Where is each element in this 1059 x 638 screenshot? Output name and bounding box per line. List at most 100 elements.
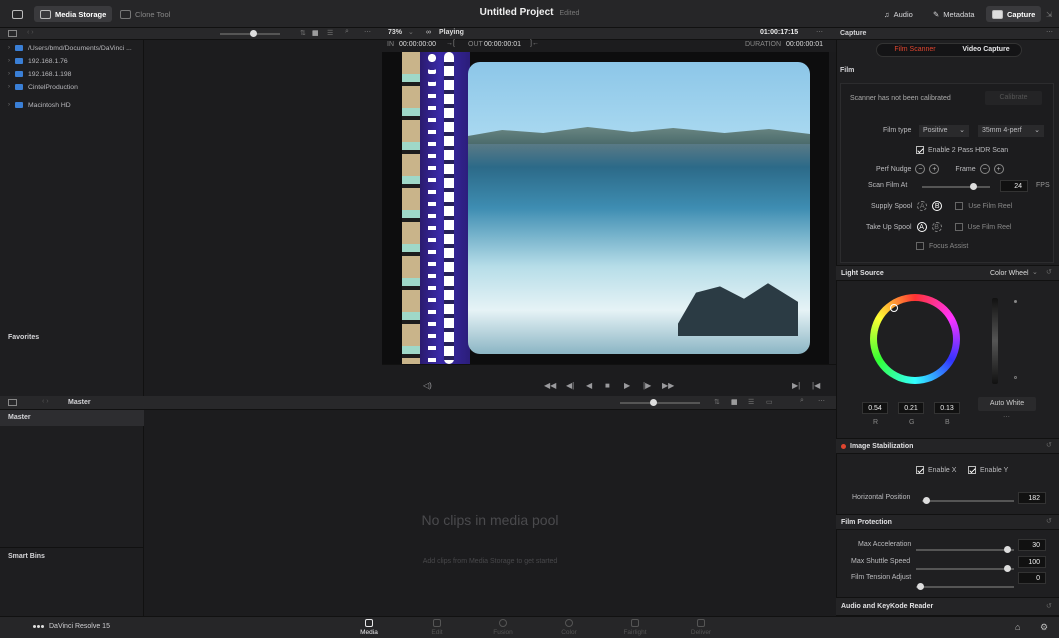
brightness-slider[interactable] — [992, 298, 998, 384]
max-shuttle-slider[interactable] — [916, 565, 1014, 572]
max-accel-input[interactable]: 30 — [1018, 539, 1046, 551]
gear-icon[interactable]: ⚙ — [1040, 622, 1048, 633]
page-tab-deliver[interactable]: Deliver — [676, 616, 726, 638]
hdr-scan-row[interactable]: Enable 2 Pass HDR Scan — [916, 146, 1008, 154]
jump-start-icon[interactable]: ◀◀ — [544, 381, 556, 390]
enable-y-row[interactable]: Enable Y — [968, 466, 1008, 474]
slider-knob[interactable] — [923, 497, 930, 504]
film-format-select[interactable]: 35mm 4-perf ⌄ — [978, 125, 1044, 137]
page-tab-edit[interactable]: Edit — [412, 616, 462, 638]
slider-knob[interactable] — [1004, 565, 1011, 572]
color-wheel-select[interactable]: Color Wheel — [990, 270, 1029, 277]
step-forward-icon[interactable]: |▶ — [643, 381, 651, 390]
fps-input[interactable]: 24 — [1000, 180, 1028, 192]
bin-master[interactable]: Master — [0, 410, 144, 426]
slider-knob[interactable] — [917, 583, 924, 590]
blue-input[interactable]: 0.13 — [934, 402, 960, 414]
page-tab-color[interactable]: Color — [544, 616, 594, 638]
list-view-icon[interactable]: ☰ — [327, 29, 333, 37]
red-input[interactable]: 0.54 — [862, 402, 888, 414]
spool-b-icon[interactable]: B — [932, 201, 943, 211]
step-back-icon[interactable]: ◀| — [566, 381, 574, 390]
enable-x-row[interactable]: Enable X — [916, 466, 956, 474]
page-tab-fusion[interactable]: Fusion — [478, 616, 528, 638]
focus-assist-checkbox[interactable] — [916, 242, 924, 250]
horizontal-position-slider[interactable] — [922, 497, 1014, 504]
pool-thumb-slider[interactable] — [620, 399, 700, 406]
stop-icon[interactable]: ■ — [605, 381, 610, 390]
perf-plus-button[interactable]: + — [929, 164, 940, 174]
search-icon[interactable]: ⌕ — [800, 397, 804, 405]
storage-item-76[interactable]: › 192.168.1.76 — [8, 55, 68, 67]
enable-y-checkbox[interactable] — [968, 466, 976, 474]
home-icon[interactable]: ⌂ — [1015, 622, 1020, 632]
clone-tool-button[interactable]: Clone Tool — [114, 6, 176, 22]
auto-white-button[interactable]: Auto White — [978, 397, 1036, 411]
jump-end-icon[interactable]: ▶▶ — [662, 381, 674, 390]
storage-item-cintel[interactable]: › CintelProduction — [8, 81, 78, 93]
film-tension-slider[interactable] — [916, 583, 1014, 590]
status-dot-icon[interactable] — [841, 443, 846, 449]
film-type-select[interactable]: Positive ⌄ — [919, 125, 969, 137]
slider-knob[interactable] — [250, 30, 257, 37]
spool-a-icon[interactable]: A — [917, 201, 928, 211]
reset-icon[interactable]: ↺ — [1046, 517, 1052, 525]
green-input[interactable]: 0.21 — [898, 402, 924, 414]
slider-knob[interactable] — [1004, 546, 1011, 553]
calibrate-button[interactable]: Calibrate — [985, 91, 1042, 105]
panel-toggle-button[interactable] — [6, 6, 29, 22]
sort-icon[interactable]: ⇅ — [714, 398, 720, 406]
bin-list-toggle-icon[interactable] — [8, 399, 17, 406]
page-tab-media[interactable]: Media — [344, 616, 394, 638]
take-up-film-reel-checkbox[interactable] — [954, 223, 963, 231]
prev-frame-icon[interactable]: |◀ — [812, 381, 820, 390]
metadata-button[interactable]: ✎ Metadata — [927, 6, 981, 22]
slider-knob[interactable] — [650, 399, 657, 406]
tab-film-scanner[interactable]: Film Scanner — [879, 45, 951, 55]
chevron-down-icon[interactable]: ⌄ — [408, 28, 414, 36]
supply-film-reel-checkbox[interactable] — [955, 202, 964, 210]
enable-x-checkbox[interactable] — [916, 466, 924, 474]
storage-item-documents[interactable]: › /Users/bmd/Documents/DaVinci ... — [8, 42, 132, 54]
mark-out-icon[interactable]: ]← — [530, 40, 539, 47]
mark-in-icon[interactable]: →[ — [446, 40, 455, 47]
storage-item-macintosh[interactable]: › Macintosh HD — [8, 99, 71, 111]
sort-icon[interactable]: ⇅ — [300, 29, 306, 37]
out-timecode[interactable]: 00:00:00:01 — [484, 41, 521, 48]
tab-video-capture[interactable]: Video Capture — [951, 45, 1021, 55]
reset-icon[interactable]: ↺ — [1046, 441, 1052, 449]
reset-icon[interactable]: ↺ — [1046, 268, 1052, 276]
back-forward-arrows[interactable]: ‹ › — [27, 29, 34, 36]
color-wheel-puck[interactable] — [890, 304, 898, 312]
grid-view-icon[interactable]: ▦ — [731, 398, 738, 406]
thumb-size-slider[interactable] — [220, 30, 280, 37]
in-timecode[interactable]: 00:00:00:00 — [399, 41, 436, 48]
play-reverse-icon[interactable]: ◀ — [586, 381, 592, 390]
zoom-level[interactable]: 73% — [388, 29, 402, 36]
scan-speed-slider[interactable] — [922, 183, 990, 190]
max-accel-slider[interactable] — [916, 546, 1014, 553]
slider-knob[interactable] — [970, 183, 977, 190]
horizontal-position-input[interactable]: 182 — [1018, 492, 1046, 504]
perf-minus-button[interactable]: − — [915, 164, 926, 174]
take-up-a-icon[interactable]: A — [916, 222, 927, 232]
frame-minus-button[interactable]: − — [979, 164, 990, 174]
hdr-scan-checkbox[interactable] — [916, 146, 924, 154]
next-frame-icon[interactable]: ▶| — [792, 381, 800, 390]
color-wheel[interactable] — [870, 294, 960, 384]
audio-button[interactable]: ♫ Audio — [878, 6, 919, 22]
page-tab-fairlight[interactable]: Fairlight — [610, 616, 660, 638]
storage-sidebar-icon[interactable] — [8, 30, 17, 37]
auto-white-more-icon[interactable]: ⋯ — [1003, 413, 1010, 421]
chevron-down-icon[interactable]: ⌄ — [1032, 268, 1038, 276]
focus-assist-row[interactable]: Focus Assist — [916, 242, 968, 250]
volume-icon[interactable]: ◁) — [423, 381, 432, 390]
more-options-icon[interactable]: ⋯ — [1046, 28, 1053, 36]
more-options-icon[interactable]: ⋯ — [818, 397, 825, 405]
viewer-options-icon[interactable]: ⋯ — [816, 28, 823, 36]
frame-plus-button[interactable]: + — [993, 164, 1004, 174]
film-tension-input[interactable]: 0 — [1018, 572, 1046, 584]
capture-button[interactable]: Capture — [986, 6, 1042, 22]
take-up-b-icon[interactable]: B — [931, 222, 942, 232]
settings-toggle-button[interactable]: ⇲ — [1040, 6, 1058, 22]
